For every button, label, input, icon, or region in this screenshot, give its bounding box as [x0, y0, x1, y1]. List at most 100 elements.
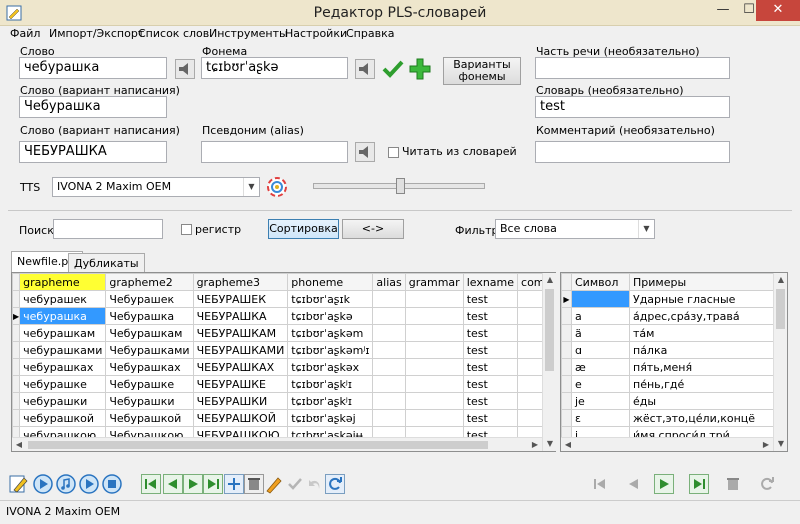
row-header[interactable] — [561, 375, 572, 393]
cell-lexname[interactable]: test — [462, 290, 519, 308]
edit-pencil-icon[interactable] — [9, 474, 29, 494]
col-examples[interactable]: Примеры — [629, 273, 774, 291]
row-header[interactable] — [561, 392, 572, 410]
cell-symbol[interactable]: a — [571, 307, 630, 325]
table-row[interactable]: чебурашкам Чебурашкам ЧЕБУРАШКАМ tɕɪbʊrˈaʂk… — [12, 324, 555, 342]
table-row[interactable]: чебурашке Чебурашке ЧЕБУРАШКЕ tɕɪbʊrˈaʂkʲɪ t… — [12, 375, 555, 393]
cell-examples[interactable]: пе́нь,где́ — [629, 375, 774, 393]
cell-lexname[interactable]: test — [462, 341, 519, 359]
cell-grapheme2[interactable]: Чебурашкам — [105, 324, 194, 342]
menu-settings[interactable]: Настройки — [285, 27, 347, 40]
previous-record-icon[interactable] — [163, 474, 183, 494]
cell-phoneme[interactable]: tɕɪbʊrˈaʂkəx — [287, 358, 374, 376]
speaker-icon[interactable] — [355, 59, 375, 79]
col-phoneme[interactable]: phoneme — [287, 273, 374, 291]
cell-phoneme[interactable]: tɕɪbʊrˈaʂkʲɪ — [287, 375, 374, 393]
stop-icon[interactable] — [102, 474, 122, 494]
scroll-down-icon[interactable]: ▼ — [543, 437, 557, 451]
table-row[interactable]: чебурашкой Чебурашкой ЧЕБУРАШКОЙ tɕɪbʊrˈaʂk… — [12, 409, 555, 427]
cell-alias[interactable] — [372, 307, 406, 325]
cell-phoneme[interactable]: tɕɪbʊrˈaʂkʲɪ — [287, 392, 374, 410]
dict-input[interactable]: test — [535, 96, 730, 118]
cell-alias[interactable] — [372, 324, 406, 342]
cell-grammar[interactable] — [404, 375, 464, 393]
row-header[interactable] — [561, 358, 572, 376]
first-record-icon[interactable] — [141, 474, 161, 494]
row-header[interactable] — [12, 324, 21, 342]
scroll-thumb[interactable] — [28, 441, 488, 449]
comment-input[interactable] — [535, 141, 730, 163]
table-row[interactable]: e пе́нь,где́ — [561, 375, 774, 393]
case-checkbox[interactable] — [181, 224, 192, 235]
settings-wheel-icon[interactable] — [266, 176, 288, 198]
menu-import-export[interactable]: Импорт/Экспорт — [49, 27, 144, 40]
row-header[interactable] — [561, 341, 572, 359]
close-button[interactable]: ✕ — [756, 0, 800, 21]
cell-symbol[interactable]: ä — [571, 324, 630, 342]
next-record-icon[interactable] — [183, 474, 203, 494]
cell-grammar[interactable] — [404, 341, 464, 359]
cell-grapheme[interactable]: чебурашкам — [19, 324, 107, 342]
row-header[interactable] — [561, 307, 572, 325]
scroll-right-icon[interactable]: ▶ — [528, 438, 542, 452]
table-row[interactable]: чебурашек Чебурашек ЧЕБУРАШЕК tɕɪbʊrˈaʂɪk te… — [12, 290, 555, 308]
refresh-icon[interactable] — [325, 474, 345, 494]
scroll-down-icon[interactable]: ▼ — [774, 437, 788, 451]
cell-grapheme[interactable]: чебурашек — [19, 290, 107, 308]
table-row[interactable]: ɛ жёст,это,це́ли,концё — [561, 409, 774, 427]
col-grammar[interactable]: grammar — [404, 273, 464, 291]
cell-lexname[interactable]: test — [462, 307, 519, 325]
cell-grapheme2[interactable]: Чебурашкой — [105, 409, 194, 427]
cell-examples[interactable]: па́лка — [629, 341, 774, 359]
table-row[interactable]: ▶ чебурашка Чебурашка ЧЕБУРАШКА tɕɪbʊrˈaʂkə t… — [12, 307, 555, 325]
slider-thumb[interactable] — [396, 178, 405, 194]
table-row[interactable]: a а́дрес,сра́зу,трава́ — [561, 307, 774, 325]
scroll-thumb[interactable] — [545, 289, 554, 371]
table-row[interactable]: ɑ па́лка — [561, 341, 774, 359]
add-icon[interactable] — [408, 57, 432, 81]
cell-symbol[interactable] — [571, 290, 630, 308]
cell-lexname[interactable]: test — [462, 392, 519, 410]
table-row[interactable]: æ пя́ть,меня́ — [561, 358, 774, 376]
cell-grapheme3[interactable]: ЧЕБУРАШКЕ — [192, 375, 289, 393]
main-vertical-scrollbar[interactable]: ▲ ▼ — [542, 273, 556, 451]
cell-phoneme[interactable]: tɕɪbʊrˈaʂɪk — [287, 290, 374, 308]
cell-grapheme3[interactable]: ЧЕБУРАШКА — [192, 307, 289, 325]
table-row[interactable]: чебурашками Чебурашками ЧЕБУРАШКАМИ tɕɪbʊrˈ… — [12, 341, 555, 359]
cell-symbol[interactable]: ɑ — [571, 341, 630, 359]
col-grapheme[interactable]: grapheme — [19, 273, 107, 291]
row-header[interactable] — [12, 409, 21, 427]
menu-file[interactable]: Файл — [10, 27, 40, 40]
col-grapheme3[interactable]: grapheme3 — [192, 273, 289, 291]
menu-help[interactable]: Справка — [346, 27, 394, 40]
symbol-vertical-scrollbar[interactable]: ▲ ▼ — [773, 273, 787, 451]
cell-grapheme2[interactable]: Чебурашках — [105, 358, 194, 376]
row-header[interactable]: ▶ — [12, 307, 21, 325]
cell-grapheme3[interactable]: ЧЕБУРАШКАХ — [192, 358, 289, 376]
alias-input[interactable] — [201, 141, 348, 163]
scroll-left-icon[interactable]: ◀ — [561, 438, 575, 452]
cell-grapheme2[interactable]: Чебурашке — [105, 375, 194, 393]
cell-symbol[interactable]: e — [571, 375, 630, 393]
col-alias[interactable]: alias — [372, 273, 406, 291]
sort-button[interactable]: Сортировка — [268, 219, 339, 239]
cell-grammar[interactable] — [404, 358, 464, 376]
cell-grapheme[interactable]: чебурашки — [19, 392, 107, 410]
cell-grapheme3[interactable]: ЧЕБУРАШКАМИ — [192, 341, 289, 359]
cell-examples[interactable]: пя́ть,меня́ — [629, 358, 774, 376]
cell-alias[interactable] — [372, 341, 406, 359]
last-record-icon[interactable] — [203, 474, 223, 494]
cell-alias[interactable] — [372, 375, 406, 393]
cell-grapheme3[interactable]: ЧЕБУРАШКИ — [192, 392, 289, 410]
cell-examples[interactable]: та́м — [629, 324, 774, 342]
cell-symbol[interactable]: æ — [571, 358, 630, 376]
cell-grapheme[interactable]: чебурашками — [19, 341, 107, 359]
menu-tools[interactable]: Инструменты — [209, 27, 288, 40]
main-grid[interactable]: grapheme grapheme2 grapheme3 phoneme ali… — [11, 272, 556, 452]
row-header[interactable] — [561, 409, 572, 427]
swap-button[interactable]: <-> — [342, 219, 404, 239]
row-header[interactable] — [12, 341, 21, 359]
cell-phoneme[interactable]: tɕɪbʊrˈaʂkəmʲɪ — [287, 341, 374, 359]
cell-symbol[interactable]: ɛ — [571, 409, 630, 427]
play-icon[interactable] — [33, 474, 53, 494]
